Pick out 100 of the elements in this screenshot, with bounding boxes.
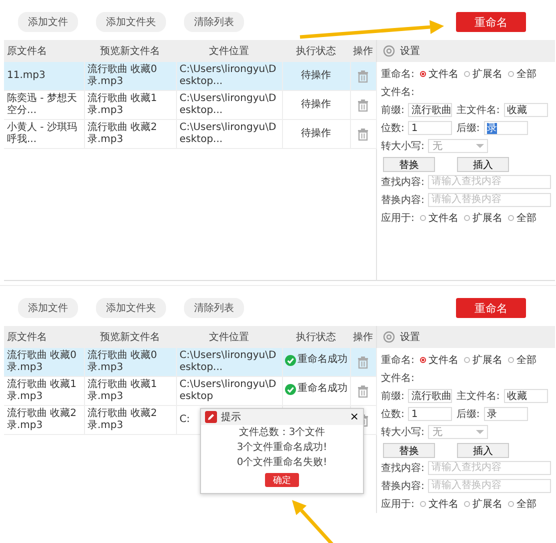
field-label: 主文件名: [456,104,500,117]
input-field[interactable]: 1 [408,407,452,421]
replace-button[interactable]: 替换 [383,442,435,458]
field-label: 重命名: [381,68,414,81]
toolbar-button[interactable]: 添加文件 [18,298,78,318]
table-cell: 流行歌曲 收藏0录.mp3 [4,348,84,376]
field-label: 应用于: [381,212,414,225]
table-cell: 流行歌曲 收藏1录.mp3 [84,90,176,120]
field-label: 替换内容: [381,194,424,207]
input-field[interactable]: 流行歌曲 [408,103,452,117]
table-cell: 流行歌曲 收藏0录.mp3 [84,348,176,376]
column-header: 执行状态 [282,40,350,62]
radio-option[interactable]: 文件名 [420,353,458,367]
field-label: 前缀: [381,104,404,117]
table-cell: 流行歌曲 收藏2录.mp3 [84,120,176,148]
field-label: 位数: [381,408,404,421]
field-label: 转大小写: [381,140,424,153]
input-field[interactable]: 录 [484,121,528,135]
check-icon [284,354,296,366]
trash-icon [357,356,369,368]
field-label: 文件名: [381,86,414,99]
table-row[interactable]: 小黄人 - 沙琪玛呼我... 流行歌曲 收藏2录.mp3 C:\Users\lirongyu\Desktop... 待操作 [4,120,376,148]
table-row[interactable]: 11.mp3 流行歌曲 收藏0录.mp3 C:\Users\lirongyu\Desktop... 待操作 [4,62,376,90]
annotation-arrow [292,500,334,543]
trash-icon [357,384,369,398]
radio-option[interactable]: 扩展名 [464,67,502,81]
settings-title: 设置 [400,44,420,58]
table-cell: C:\Users\lirongyu\Desktop... [176,62,282,90]
table-cell: 流行歌曲 收藏2录.mp3 [4,406,84,434]
field-label: 替换内容: [381,480,424,493]
radio-option[interactable]: 文件名 [420,497,458,511]
table-cell: 11.mp3 [4,62,84,90]
toolbar-button[interactable]: 添加文件夹 [96,298,166,318]
radio-option[interactable]: 扩展名 [464,353,502,367]
caret-icon [476,144,484,148]
radio-option[interactable]: 全部 [508,353,536,367]
column-header: 原文件名 [4,326,84,348]
dialog-message: 0个文件重命名失败! [236,456,328,470]
ok-button[interactable]: 确定 [265,473,299,487]
radio-option[interactable]: 扩展名 [464,211,502,225]
trash-icon [357,128,369,140]
column-header: 执行状态 [282,326,350,348]
column-header: 文件位置 [176,40,282,62]
table-cell: 小黄人 - 沙琪玛呼我... [4,120,84,148]
status-text: 待操作 [301,99,331,110]
settings-icon [383,331,395,343]
input-field[interactable]: 流行歌曲 [408,389,452,403]
radio-option[interactable]: 全部 [508,211,536,225]
dialog-message: 3个文件重命名成功! [236,440,328,455]
input-field[interactable]: 收藏 [504,389,548,403]
check-icon [284,384,296,395]
table-row[interactable]: 流行歌曲 收藏1录.mp3 流行歌曲 收藏1录.mp3 C:\Users\lirongyu\Desktop 重命名成功 [4,376,376,406]
trash-icon [357,70,369,82]
toolbar-button[interactable]: 添加文件 [18,12,78,32]
insert-button[interactable]: 插入 [457,156,509,172]
field-label: 查找内容: [381,462,424,475]
status-text: 重命名成功 [298,383,348,396]
table-row[interactable]: 陈奕迅 - 梦想天空分... 流行歌曲 收藏1录.mp3 C:\Users\lirongyu\Desktop... 待操作 [4,90,376,120]
column-header: 操作 [350,40,376,62]
column-header: 预览新文件名 [84,326,176,348]
radio-option[interactable]: 全部 [508,497,536,511]
toolbar-button[interactable]: 清除列表 [184,298,244,318]
close-button[interactable]: × [350,411,359,423]
toolbar-button[interactable]: 添加文件夹 [96,12,166,32]
field-label: 前缀: [381,390,404,403]
rename-button[interactable]: 重命名 [456,12,526,32]
field-label: 文件名: [381,372,414,385]
status-text: 重命名成功 [298,354,348,366]
field-label: 后缀: [456,408,480,421]
column-header: 操作 [350,326,376,348]
input-field[interactable]: 录 [484,407,528,421]
settings-icon [383,45,395,57]
dialog-title: 提示 [221,411,241,424]
radio-option[interactable]: 文件名 [420,67,458,81]
pencil-icon [205,411,217,423]
table-cell: C:\Users\lirongyu\Desktop... [176,90,282,120]
field-label: 重命名: [381,354,414,367]
table-row[interactable]: 流行歌曲 收藏0录.mp3 流行歌曲 收藏0录.mp3 C:\Users\lirongyu\Desktop... 重命名成功 [4,348,376,376]
table-cell: C:\Users\lirongyu\Desktop... [176,120,282,148]
column-header: 文件位置 [176,326,282,348]
column-header: 原文件名 [4,40,84,62]
rename-button[interactable]: 重命名 [456,298,526,318]
input-field[interactable]: 收藏 [504,103,548,117]
field-label: 查找内容: [381,176,424,189]
radio-option[interactable]: 全部 [508,67,536,81]
table-cell: 流行歌曲 收藏1录.mp3 [84,376,176,406]
table-cell: 流行歌曲 收藏1录.mp3 [4,376,84,406]
table-cell: 流行歌曲 收藏0录.mp3 [84,62,176,90]
input-field[interactable]: 1 [408,121,452,135]
table-cell: 流行歌曲 收藏2录.mp3 [84,406,176,434]
caret-icon [476,430,484,434]
settings-title: 设置 [400,330,420,344]
field-label: 主文件名: [456,390,500,403]
radio-option[interactable]: 扩展名 [464,497,502,511]
radio-option[interactable]: 文件名 [420,211,458,225]
status-text: 待操作 [301,70,331,81]
replace-button[interactable]: 替换 [383,156,435,172]
insert-button[interactable]: 插入 [457,442,509,458]
toolbar-button[interactable]: 清除列表 [184,12,244,32]
table-cell: C:\Users\lirongyu\Desktop... [176,348,282,376]
